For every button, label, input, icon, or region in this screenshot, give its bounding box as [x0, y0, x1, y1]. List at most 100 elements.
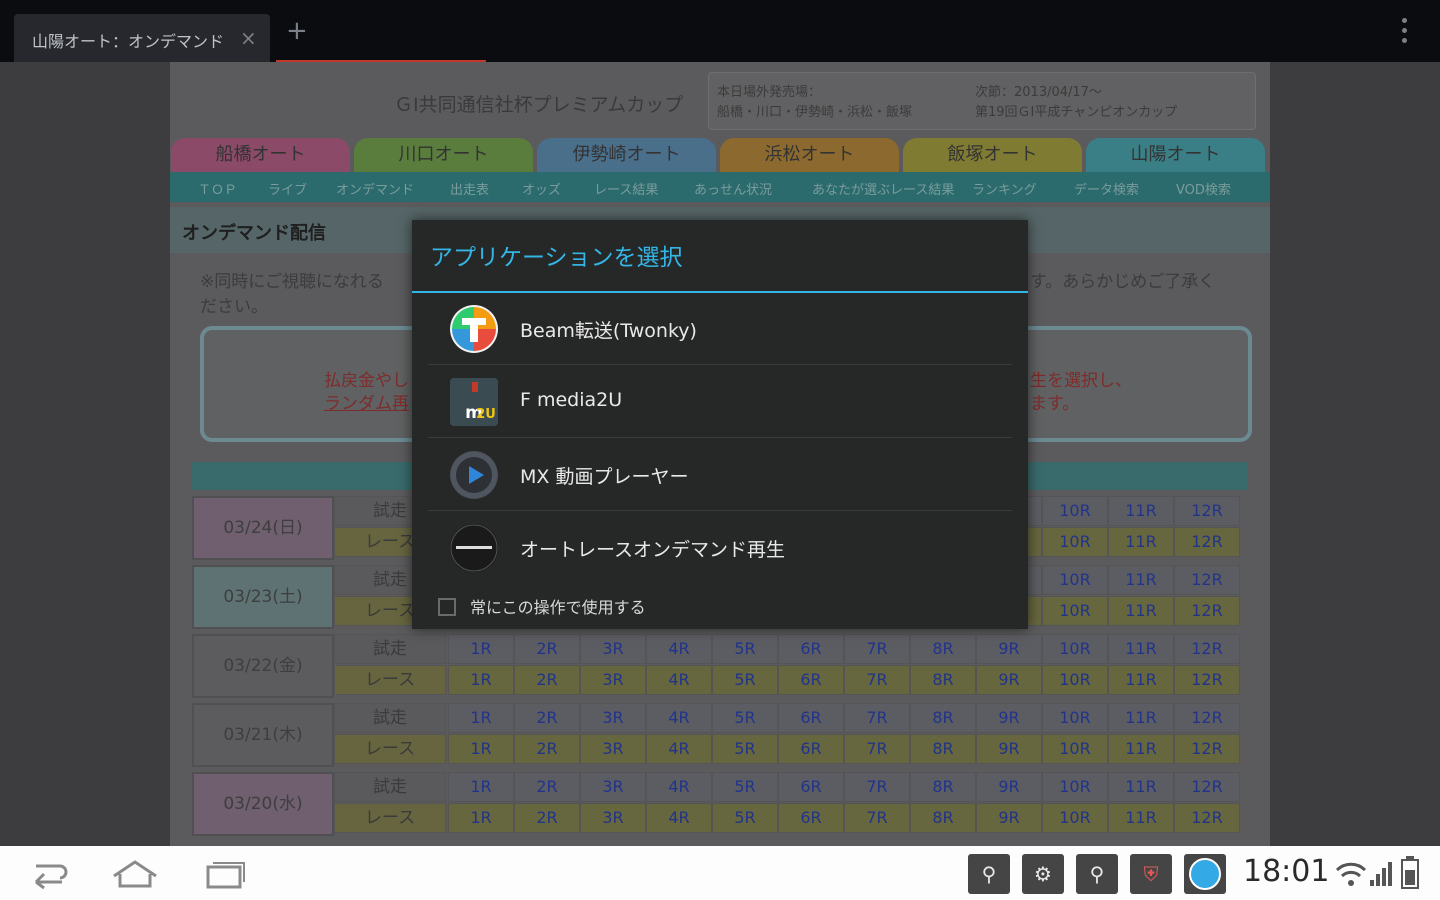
- race-link-9r[interactable]: 9R: [976, 734, 1042, 764]
- race-link-8r[interactable]: 8R: [910, 803, 976, 833]
- trial-link-8r[interactable]: 8R: [910, 703, 976, 733]
- race-link-10r[interactable]: 10R: [1042, 803, 1108, 833]
- home-icon[interactable]: [110, 858, 160, 890]
- trial-link-8r[interactable]: 8R: [910, 772, 976, 802]
- settings-icon[interactable]: ⚙: [1022, 854, 1064, 894]
- trial-link-6r[interactable]: 6R: [778, 634, 844, 664]
- usb-icon[interactable]: ⚲: [968, 854, 1010, 894]
- app-option-autorace-ondemand[interactable]: オートレースオンデマンド再生: [428, 512, 1012, 584]
- subnav-item-2[interactable]: ライブ: [268, 179, 307, 198]
- race-link-10r[interactable]: 10R: [1042, 665, 1108, 695]
- trial-link-5r[interactable]: 5R: [712, 772, 778, 802]
- back-icon[interactable]: [22, 858, 72, 890]
- race-link-4r[interactable]: 4R: [646, 734, 712, 764]
- trial-link-2r[interactable]: 2R: [514, 634, 580, 664]
- race-link-1r[interactable]: 1R: [448, 665, 514, 695]
- trial-link-9r[interactable]: 9R: [976, 703, 1042, 733]
- close-tab-icon[interactable]: ×: [240, 26, 257, 50]
- trial-link-1r[interactable]: 1R: [448, 772, 514, 802]
- subnav-item-1[interactable]: ＴＯＰ: [198, 179, 237, 198]
- trial-link-9r[interactable]: 9R: [976, 634, 1042, 664]
- subnav-item-11[interactable]: VOD検索: [1176, 179, 1231, 198]
- race-link-8r[interactable]: 8R: [910, 665, 976, 695]
- race-link-4r[interactable]: 4R: [646, 665, 712, 695]
- race-link-1r[interactable]: 1R: [448, 734, 514, 764]
- trial-link-10r[interactable]: 10R: [1042, 703, 1108, 733]
- trial-link-9r[interactable]: 9R: [976, 772, 1042, 802]
- subnav-item-3[interactable]: オンデマンド: [336, 179, 414, 198]
- race-link-8r[interactable]: 8R: [910, 734, 976, 764]
- race-link-5r[interactable]: 5R: [712, 734, 778, 764]
- trial-link-10r[interactable]: 10R: [1042, 565, 1108, 595]
- trial-link-1r[interactable]: 1R: [448, 703, 514, 733]
- trial-link-12r[interactable]: 12R: [1174, 565, 1240, 595]
- race-link-3r[interactable]: 3R: [580, 803, 646, 833]
- trial-link-7r[interactable]: 7R: [844, 703, 910, 733]
- track-tab-6[interactable]: 山陽オート: [1086, 138, 1265, 172]
- overflow-menu-icon[interactable]: [1398, 18, 1410, 48]
- trial-link-2r[interactable]: 2R: [514, 703, 580, 733]
- trial-link-11r[interactable]: 11R: [1108, 772, 1174, 802]
- new-tab-icon[interactable]: +: [286, 18, 308, 44]
- race-link-11r[interactable]: 11R: [1108, 527, 1174, 557]
- subnav-item-9[interactable]: ランキング: [972, 179, 1037, 198]
- trial-link-11r[interactable]: 11R: [1108, 496, 1174, 526]
- race-link-11r[interactable]: 11R: [1108, 665, 1174, 695]
- race-link-12r[interactable]: 12R: [1174, 596, 1240, 626]
- race-link-12r[interactable]: 12R: [1174, 803, 1240, 833]
- trial-link-12r[interactable]: 12R: [1174, 703, 1240, 733]
- race-link-12r[interactable]: 12R: [1174, 734, 1240, 764]
- callout-left-line-2[interactable]: ランダム再: [324, 393, 409, 416]
- usb-debug-icon[interactable]: ⚲: [1076, 854, 1118, 894]
- trial-link-4r[interactable]: 4R: [646, 703, 712, 733]
- trial-link-11r[interactable]: 11R: [1108, 703, 1174, 733]
- recent-apps-icon[interactable]: [200, 858, 250, 890]
- app-option-twonky[interactable]: Beam転送(Twonky): [428, 293, 1012, 365]
- race-link-6r[interactable]: 6R: [778, 734, 844, 764]
- race-link-11r[interactable]: 11R: [1108, 596, 1174, 626]
- race-link-2r[interactable]: 2R: [514, 734, 580, 764]
- race-link-10r[interactable]: 10R: [1042, 734, 1108, 764]
- subnav-item-7[interactable]: あっせん状況: [694, 179, 772, 198]
- trial-link-7r[interactable]: 7R: [844, 634, 910, 664]
- trial-link-8r[interactable]: 8R: [910, 634, 976, 664]
- track-tab-5[interactable]: 飯塚オート: [903, 138, 1082, 172]
- trial-link-10r[interactable]: 10R: [1042, 496, 1108, 526]
- race-link-4r[interactable]: 4R: [646, 803, 712, 833]
- trial-link-7r[interactable]: 7R: [844, 772, 910, 802]
- race-link-12r[interactable]: 12R: [1174, 527, 1240, 557]
- trial-link-3r[interactable]: 3R: [580, 772, 646, 802]
- trial-link-10r[interactable]: 10R: [1042, 634, 1108, 664]
- trial-link-12r[interactable]: 12R: [1174, 496, 1240, 526]
- race-link-6r[interactable]: 6R: [778, 665, 844, 695]
- trial-link-4r[interactable]: 4R: [646, 772, 712, 802]
- race-link-1r[interactable]: 1R: [448, 803, 514, 833]
- race-link-5r[interactable]: 5R: [712, 803, 778, 833]
- race-link-10r[interactable]: 10R: [1042, 527, 1108, 557]
- trial-link-10r[interactable]: 10R: [1042, 772, 1108, 802]
- race-link-7r[interactable]: 7R: [844, 734, 910, 764]
- race-link-10r[interactable]: 10R: [1042, 596, 1108, 626]
- security-shield-icon[interactable]: ⛨: [1130, 854, 1172, 894]
- subnav-item-8[interactable]: あなたが選ぶレース結果: [812, 179, 954, 198]
- race-link-11r[interactable]: 11R: [1108, 803, 1174, 833]
- race-link-5r[interactable]: 5R: [712, 665, 778, 695]
- trial-link-6r[interactable]: 6R: [778, 772, 844, 802]
- race-link-9r[interactable]: 9R: [976, 665, 1042, 695]
- trial-link-5r[interactable]: 5R: [712, 634, 778, 664]
- trial-link-5r[interactable]: 5R: [712, 703, 778, 733]
- subnav-item-4[interactable]: 出走表: [450, 179, 489, 198]
- race-link-9r[interactable]: 9R: [976, 803, 1042, 833]
- always-use-checkbox[interactable]: [438, 598, 456, 616]
- race-link-2r[interactable]: 2R: [514, 803, 580, 833]
- trial-link-2r[interactable]: 2R: [514, 772, 580, 802]
- race-link-7r[interactable]: 7R: [844, 803, 910, 833]
- subnav-item-6[interactable]: レース結果: [594, 179, 658, 198]
- app-option-mx-player[interactable]: MX 動画プレーヤー: [428, 439, 1012, 511]
- trial-link-12r[interactable]: 12R: [1174, 772, 1240, 802]
- race-link-6r[interactable]: 6R: [778, 803, 844, 833]
- subnav-item-10[interactable]: データ検索: [1074, 179, 1139, 198]
- race-link-3r[interactable]: 3R: [580, 665, 646, 695]
- trial-link-4r[interactable]: 4R: [646, 634, 712, 664]
- race-link-7r[interactable]: 7R: [844, 665, 910, 695]
